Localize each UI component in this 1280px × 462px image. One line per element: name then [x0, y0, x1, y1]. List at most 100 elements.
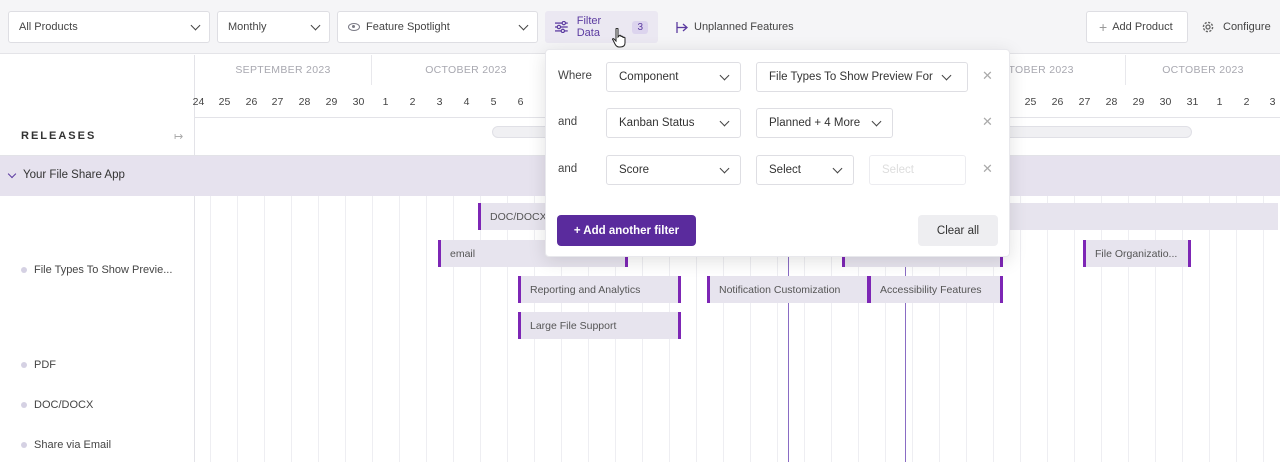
grid-line — [1209, 196, 1210, 462]
filter-field-value: Kanban Status — [619, 117, 695, 129]
day-label: 29 — [1132, 95, 1145, 108]
grid-line — [453, 196, 454, 462]
grid-line — [480, 196, 481, 462]
feature-row-label[interactable]: PDF — [21, 359, 56, 371]
filter-value-text: Planned + 4 More — [769, 117, 861, 129]
hand-cursor-icon — [612, 28, 626, 48]
grid-line — [210, 196, 211, 462]
bar-label: email — [450, 247, 476, 260]
day-label: 24 — [192, 95, 205, 108]
day-label: 31 — [1186, 95, 1199, 108]
feature-dot — [21, 402, 27, 408]
day-label: 2 — [1243, 95, 1250, 108]
filter-value-placeholder: Select — [882, 164, 914, 176]
month-label: OCTOBER 2023 — [1125, 55, 1280, 85]
feature-name: File Types To Show Previe... — [34, 264, 173, 276]
feature-row-label[interactable]: DOC/DOCX — [21, 399, 93, 411]
collapse-panel-icon[interactable]: ↦ — [174, 130, 186, 143]
day-label: 25 — [1024, 95, 1037, 108]
chevron-down-icon — [719, 70, 730, 80]
chevron-down-icon — [719, 116, 730, 126]
filter-operator-value: Select — [769, 164, 801, 176]
feature-bar-file-organization[interactable]: File Organizatio... — [1083, 240, 1191, 267]
filter-data-button[interactable]: Filter Data 3 — [545, 11, 658, 43]
remove-filter-icon[interactable]: ✕ — [982, 114, 993, 130]
add-product-button[interactable]: + Add Product — [1086, 11, 1188, 43]
add-product-label: Add Product — [1112, 21, 1173, 33]
toolbar: All Products Monthly Feature Spotlight F… — [0, 0, 1280, 54]
chevron-down-icon — [719, 163, 730, 173]
filter-count-badge: 3 — [632, 20, 648, 34]
product-select-value: All Products — [19, 21, 78, 33]
period-select-value: Monthly — [228, 21, 267, 33]
filter-field-select[interactable]: Kanban Status — [606, 108, 741, 138]
filter-value-select[interactable]: Planned + 4 More — [756, 108, 893, 138]
feature-bar-reporting[interactable]: Reporting and Analytics — [518, 276, 681, 303]
day-label: 25 — [218, 95, 231, 108]
grid-line — [1182, 196, 1183, 462]
chevron-down-icon — [310, 20, 321, 30]
arrow-to-line-icon — [676, 21, 688, 33]
day-label: 1 — [1216, 95, 1223, 108]
feature-bar-large-file[interactable]: Large File Support — [518, 312, 681, 339]
chevron-down-icon[interactable] — [7, 169, 17, 179]
grid-line — [237, 196, 238, 462]
feature-row-label[interactable]: Share via Email — [21, 439, 111, 451]
month-label: SEPTEMBER 2023 — [235, 64, 331, 76]
day-label: 1 — [382, 95, 389, 108]
day-label: 30 — [352, 95, 365, 108]
filter-field-select[interactable]: Component — [606, 62, 741, 92]
chevron-down-icon — [832, 163, 843, 173]
day-label: 26 — [1051, 95, 1064, 108]
app-name: Your File Share App — [23, 169, 125, 181]
chevron-down-icon — [518, 20, 529, 30]
filter-field-value: Component — [619, 71, 679, 83]
day-label: 28 — [1105, 95, 1118, 108]
filter-sliders-icon — [555, 21, 568, 33]
filter-conjunction: and — [558, 116, 578, 128]
day-label: 27 — [1078, 95, 1091, 108]
remove-filter-icon[interactable]: ✕ — [982, 161, 993, 177]
grid-line — [507, 196, 508, 462]
grid-line — [264, 196, 265, 462]
feature-dot — [21, 442, 27, 448]
feature-row-label[interactable]: File Types To Show Previe... — [21, 264, 172, 276]
feature-bar-accessibility[interactable]: Accessibility Features — [868, 276, 1003, 303]
filter-conjunction: Where — [558, 70, 592, 82]
filter-field-select[interactable]: Score — [606, 155, 741, 185]
view-select[interactable]: Feature Spotlight — [337, 11, 538, 43]
filter-value-input[interactable]: Select — [869, 155, 966, 185]
grid-line — [399, 196, 400, 462]
releases-heading: RELEASES — [21, 130, 97, 142]
add-another-filter-button[interactable]: + Add another filter — [557, 215, 696, 246]
day-label: 28 — [298, 95, 311, 108]
day-label: 3 — [1269, 95, 1276, 108]
period-select[interactable]: Monthly — [217, 11, 330, 43]
bar-label: File Organizatio... — [1095, 247, 1178, 260]
grid-line — [1074, 196, 1075, 462]
bar-label: DOC/DOCX — [490, 210, 547, 223]
filter-row: Where Component File Types To Show Previ… — [546, 62, 1011, 92]
bar-label: Reporting and Analytics — [530, 283, 641, 296]
filter-popup: Where Component File Types To Show Previ… — [545, 49, 1010, 257]
day-label: 2 — [409, 95, 416, 108]
day-label: 5 — [490, 95, 497, 108]
filter-row: and Score Select Select ✕ — [546, 155, 1011, 185]
remove-filter-icon[interactable]: ✕ — [982, 68, 993, 84]
unplanned-features-button[interactable]: Unplanned Features — [676, 11, 794, 43]
gear-icon — [1202, 21, 1214, 33]
grid-line — [1263, 196, 1264, 462]
month-label: OCTOBER 2023 — [371, 55, 560, 85]
chevron-down-icon — [871, 116, 882, 126]
feature-bar-notification[interactable]: Notification Customization — [707, 276, 870, 303]
grid-line — [345, 196, 346, 462]
day-label: 30 — [1159, 95, 1172, 108]
grid-line — [1128, 196, 1129, 462]
filter-value-select[interactable]: File Types To Show Preview For — [756, 62, 968, 92]
unplanned-features-label: Unplanned Features — [694, 21, 794, 33]
chevron-down-icon — [941, 70, 952, 80]
product-select[interactable]: All Products — [8, 11, 210, 43]
filter-operator-select[interactable]: Select — [756, 155, 854, 185]
configure-button[interactable]: Configure — [1201, 11, 1271, 43]
clear-all-button[interactable]: Clear all — [918, 215, 998, 246]
